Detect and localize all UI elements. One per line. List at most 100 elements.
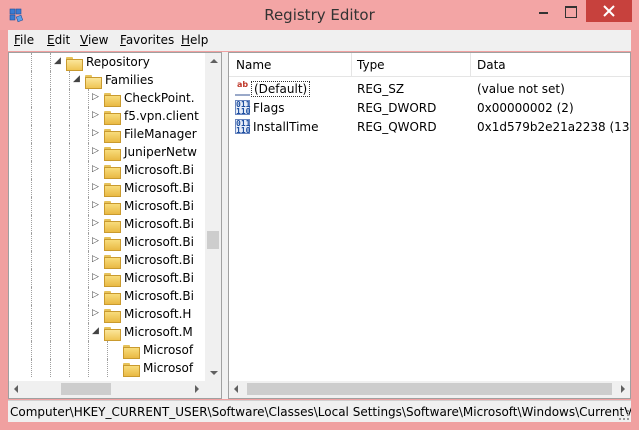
tree-item-label: Microsoft.Bi xyxy=(124,271,194,285)
tree-item[interactable]: ◢ Repository xyxy=(9,53,207,71)
maximize-button[interactable] xyxy=(557,0,583,22)
list-header: Name Type Data xyxy=(229,53,630,77)
expand-arrow-icon[interactable]: ▷ xyxy=(92,183,101,192)
tree-guide-line xyxy=(31,53,32,71)
tree-item[interactable]: ▷ Microsoft.Bi xyxy=(9,251,207,269)
scroll-up-arrow-icon[interactable] xyxy=(210,59,218,63)
tree-vertical-scroll-thumb[interactable] xyxy=(207,231,219,249)
tree-item[interactable]: ▷ Microsoft.Bi xyxy=(9,215,207,233)
tree-item[interactable]: Microsof xyxy=(9,341,207,359)
tree-item-label: Repository xyxy=(86,55,150,69)
tree-guide-line xyxy=(31,233,32,251)
list-scroll-left-arrow-icon[interactable] xyxy=(234,385,238,393)
tree-guide-line xyxy=(50,359,51,377)
close-button[interactable] xyxy=(586,0,632,22)
scroll-down-arrow-icon[interactable] xyxy=(210,371,218,375)
expand-arrow-icon[interactable]: ▷ xyxy=(92,291,101,300)
list-horizontal-scrollbar[interactable] xyxy=(229,381,630,398)
tree-item-label: Microsoft.M xyxy=(124,325,193,339)
collapse-arrow-icon[interactable]: ◢ xyxy=(73,75,82,84)
tree-guide-line xyxy=(88,305,89,323)
menu-file-label: File xyxy=(14,33,35,47)
tree-horizontal-scrollbar[interactable] xyxy=(9,381,205,398)
menu-view[interactable]: View xyxy=(80,33,108,47)
tree-guide-line xyxy=(31,107,32,125)
expand-arrow-icon[interactable]: ▷ xyxy=(92,309,101,318)
tree-guide-line xyxy=(50,233,51,251)
menu-view-label: View xyxy=(80,33,109,47)
value-name: (Default) xyxy=(251,81,311,97)
tree-item-label: Microsoft.Bi xyxy=(124,253,194,267)
minimize-button[interactable] xyxy=(529,0,557,22)
resize-grip-icon[interactable] xyxy=(619,410,629,420)
value-name: InstallTime xyxy=(253,120,319,134)
expand-arrow-icon[interactable]: ▷ xyxy=(92,165,101,174)
tree-guide-line xyxy=(69,251,70,269)
tree-horizontal-scroll-thumb[interactable] xyxy=(61,383,111,395)
tree-guide-line xyxy=(50,323,51,341)
tree-guide-line xyxy=(31,125,32,143)
tree-item[interactable]: ◢ Families xyxy=(9,71,207,89)
tree-item[interactable]: ▷ Microsoft.H xyxy=(9,305,207,323)
tree-vertical-scrollbar[interactable] xyxy=(205,53,221,381)
tree-item[interactable]: Microsof xyxy=(9,359,207,377)
tree-item[interactable]: ▷ Microsoft.Bi xyxy=(9,233,207,251)
expand-arrow-icon[interactable]: ▷ xyxy=(92,93,101,102)
tree-item[interactable]: ▷ Microsoft.Bi xyxy=(9,269,207,287)
tree-item[interactable]: ◢ Microsoft.M xyxy=(9,323,207,341)
tree-item-label: Microsof xyxy=(143,343,194,357)
collapse-arrow-icon[interactable]: ◢ xyxy=(92,327,101,336)
expand-arrow-icon[interactable]: ▷ xyxy=(92,237,101,246)
column-separator[interactable] xyxy=(351,53,352,77)
tree-item[interactable]: ▷ Microsoft.Bi xyxy=(9,287,207,305)
list-horizontal-scroll-thumb[interactable] xyxy=(247,383,612,395)
menu-favorites[interactable]: Favorites xyxy=(120,33,174,47)
folder-icon xyxy=(104,145,121,161)
tree-item[interactable]: ▷ CheckPoint. xyxy=(9,89,207,107)
expand-arrow-icon[interactable]: ▷ xyxy=(92,219,101,228)
tree-guide-line xyxy=(88,359,89,377)
folder-icon xyxy=(85,73,102,89)
tree-guide-line xyxy=(69,269,70,287)
menu-edit[interactable]: Edit xyxy=(47,33,70,47)
tree-item[interactable]: ▷ FileManager xyxy=(9,125,207,143)
list-item[interactable]: ab (Default) REG_SZ (value not set) xyxy=(229,79,630,98)
registry-values-list[interactable]: Name Type Data ab (Default) REG_SZ (valu… xyxy=(228,52,631,399)
value-data: (value not set) xyxy=(477,82,565,96)
tree-item[interactable]: ▷ JuniperNetw xyxy=(9,143,207,161)
tree-scroll-left-arrow-icon[interactable] xyxy=(14,385,18,393)
expand-arrow-icon[interactable]: ▷ xyxy=(92,111,101,120)
tree-guide-line xyxy=(88,251,89,269)
title-bar[interactable]: Registry Editor xyxy=(0,0,639,30)
list-scroll-right-arrow-icon[interactable] xyxy=(621,385,625,393)
column-header-type[interactable]: Type xyxy=(357,58,385,72)
collapse-arrow-icon[interactable]: ◢ xyxy=(54,57,63,66)
tree-item[interactable]: ▷ Microsoft.Bi xyxy=(9,179,207,197)
column-header-name[interactable]: Name xyxy=(236,58,271,72)
expand-arrow-icon[interactable]: ▷ xyxy=(92,273,101,282)
tree-guide-line xyxy=(50,251,51,269)
tree-item[interactable]: ▷ Microsoft.Bi xyxy=(9,197,207,215)
value-type: REG_DWORD xyxy=(357,101,437,115)
tree-guide-line xyxy=(31,143,32,161)
column-header-data[interactable]: Data xyxy=(477,58,506,72)
expand-arrow-icon[interactable]: ▷ xyxy=(92,129,101,138)
tree-item-label: Microsoft.Bi xyxy=(124,181,194,195)
registry-editor-window: Registry Editor File Edit View Favorites… xyxy=(0,0,639,430)
tree-item[interactable]: ▷ f5.vpn.client xyxy=(9,107,207,125)
menu-file[interactable]: File xyxy=(14,33,34,47)
tree-scroll-right-arrow-icon[interactable] xyxy=(195,385,199,393)
tree-guide-line xyxy=(69,125,70,143)
list-item[interactable]: 011 110 InstallTime REG_QWORD 0x1d579b2e2… xyxy=(229,117,630,136)
column-separator[interactable] xyxy=(470,53,471,77)
menu-help[interactable]: Help xyxy=(181,33,208,47)
tree-guide-line xyxy=(50,53,51,71)
tree-guide-line xyxy=(69,107,70,125)
registry-key-tree[interactable]: ◢ Repository ◢ Families ▷ CheckPoint. ▷ f5.vpn.… xyxy=(8,52,222,399)
tree-item[interactable]: ▷ Microsoft.Bi xyxy=(9,161,207,179)
expand-arrow-icon[interactable]: ▷ xyxy=(92,255,101,264)
expand-arrow-icon[interactable]: ▷ xyxy=(92,201,101,210)
expand-arrow-icon[interactable]: ▷ xyxy=(92,147,101,156)
list-item[interactable]: 011 110 Flags REG_DWORD 0x00000002 (2) xyxy=(229,98,630,117)
tree-guide-line xyxy=(88,125,89,143)
